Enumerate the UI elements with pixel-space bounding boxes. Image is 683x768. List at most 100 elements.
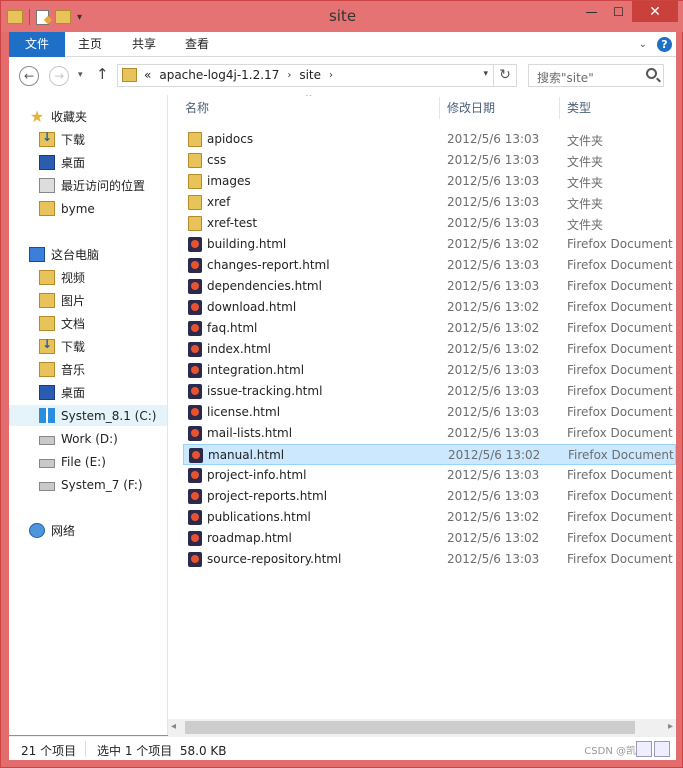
- tab-home[interactable]: 主页: [73, 32, 107, 57]
- file-date: 2012/5/6 13:03: [447, 153, 540, 167]
- chevron-down-icon[interactable]: ▾: [483, 69, 488, 79]
- column-divider[interactable]: [439, 97, 440, 119]
- folder-icon: [122, 68, 137, 82]
- windows-drive-icon: [39, 408, 55, 423]
- file-date: 2012/5/6 13:02: [447, 510, 540, 524]
- nav-item-drive-c[interactable]: System_8.1 (C:): [9, 405, 167, 426]
- address-bar[interactable]: « apache-log4j-1.2.17 › site › ▾ ↻: [117, 64, 517, 87]
- tab-file[interactable]: 文件: [9, 32, 65, 57]
- file-row[interactable]: changes-report.html 2012/5/6 13:03 Firefox…: [183, 255, 676, 276]
- file-row[interactable]: publications.html 2012/5/6 13:02 Firefox D…: [183, 507, 676, 528]
- firefox-document-icon: [188, 300, 202, 315]
- file-name: changes-report.html: [207, 258, 330, 272]
- chevron-right-icon[interactable]: ›: [287, 70, 291, 81]
- nav-item-label: Work (D:): [61, 431, 118, 446]
- computer-icon: [29, 247, 45, 262]
- file-row[interactable]: xref 2012/5/6 13:03 文件夹: [183, 192, 676, 213]
- view-switcher: [636, 741, 670, 757]
- file-row[interactable]: building.html 2012/5/6 13:02 Firefox Docum…: [183, 234, 676, 255]
- file-row[interactable]: issue-tracking.html 2012/5/6 13:03 Firefox…: [183, 381, 676, 402]
- firefox-document-icon: [188, 342, 202, 357]
- expand-ribbon-icon[interactable]: ⌄: [639, 39, 647, 50]
- file-row[interactable]: project-reports.html 2012/5/6 13:03 Firefo…: [183, 486, 676, 507]
- column-header-type[interactable]: 类型: [567, 95, 667, 121]
- file-row[interactable]: faq.html 2012/5/6 13:02 Firefox Document: [183, 318, 676, 339]
- nav-item-label: 最近访问的位置: [61, 179, 146, 193]
- file-name: issue-tracking.html: [207, 384, 323, 398]
- file-type: 文件夹: [567, 197, 604, 211]
- breadcrumb-overflow[interactable]: «: [144, 68, 151, 82]
- file-type: Firefox Document: [567, 426, 673, 440]
- file-row[interactable]: xref-test 2012/5/6 13:03 文件夹: [183, 213, 676, 234]
- file-row[interactable]: apidocs 2012/5/6 13:03 文件夹: [183, 129, 676, 150]
- file-date: 2012/5/6 13:03: [447, 132, 540, 146]
- column-header-name[interactable]: 名称: [185, 95, 435, 121]
- back-button[interactable]: ←: [19, 66, 39, 86]
- file-type: Firefox Document: [568, 448, 674, 462]
- file-type: 文件夹: [567, 155, 604, 169]
- file-row[interactable]: integration.html 2012/5/6 13:03 Firefox Do…: [183, 360, 676, 381]
- file-type: Firefox Document: [567, 258, 673, 272]
- nav-item-label: 音乐: [61, 363, 86, 377]
- search-input[interactable]: 搜索"site": [528, 64, 664, 87]
- file-row[interactable]: source-repository.html 2012/5/6 13:03 Fire…: [183, 549, 676, 570]
- recent-locations-icon[interactable]: ▾: [78, 70, 83, 80]
- nav-item-favorites[interactable]: ★ 收藏夹: [29, 106, 187, 127]
- large-icons-view-icon[interactable]: [654, 741, 670, 757]
- file-row[interactable]: images 2012/5/6 13:03 文件夹: [183, 171, 676, 192]
- file-type: 文件夹: [567, 176, 604, 190]
- scrollbar-thumb[interactable]: [185, 721, 635, 734]
- file-row[interactable]: css 2012/5/6 13:03 文件夹: [183, 150, 676, 171]
- ribbon-controls: ⌄ ?: [639, 37, 672, 52]
- breadcrumb-item[interactable]: apache-log4j-1.2.17: [159, 68, 279, 82]
- file-row[interactable]: download.html 2012/5/6 13:02 Firefox Docum…: [183, 297, 676, 318]
- nav-item-label: 桌面: [61, 156, 86, 170]
- file-name: xref: [207, 195, 231, 209]
- nav-item-label: 下载: [61, 133, 86, 147]
- nav-item-label: System_8.1 (C:): [61, 408, 157, 423]
- file-row[interactable]: roadmap.html 2012/5/6 13:02 Firefox Docume…: [183, 528, 676, 549]
- file-date: 2012/5/6 13:03: [447, 279, 540, 293]
- nav-item-network[interactable]: 网络: [29, 520, 187, 541]
- up-button[interactable]: ↑: [96, 65, 109, 83]
- breadcrumb-item[interactable]: site: [299, 68, 321, 82]
- file-row[interactable]: dependencies.html 2012/5/6 13:03 Firefox D…: [183, 276, 676, 297]
- details-view-icon[interactable]: [636, 741, 652, 757]
- file-row[interactable]: index.html 2012/5/6 13:02 Firefox Document: [183, 339, 676, 360]
- file-name: xref-test: [207, 216, 258, 230]
- desktop-icon: [39, 155, 55, 170]
- drive-icon: [39, 459, 55, 468]
- column-header-date[interactable]: 修改日期: [447, 95, 557, 121]
- file-row[interactable]: manual.html 2012/5/6 13:02 Firefox Documen…: [183, 444, 676, 465]
- drive-icon: [39, 436, 55, 445]
- file-row[interactable]: mail-lists.html 2012/5/6 13:03 Firefox Doc…: [183, 423, 676, 444]
- music-folder-icon: [39, 362, 55, 377]
- minimize-button[interactable]: —: [578, 1, 605, 22]
- nav-item-label: 视频: [61, 271, 86, 285]
- tab-share[interactable]: 共享: [127, 32, 161, 57]
- firefox-document-icon: [188, 363, 202, 378]
- close-button[interactable]: ✕: [632, 1, 678, 22]
- forward-button[interactable]: →: [49, 66, 69, 86]
- file-date: 2012/5/6 13:03: [447, 195, 540, 209]
- column-divider[interactable]: [559, 97, 560, 119]
- file-row[interactable]: project-info.html 2012/5/6 13:03 Firefox D…: [183, 465, 676, 486]
- file-date: 2012/5/6 13:03: [447, 489, 540, 503]
- file-name: project-reports.html: [207, 489, 328, 503]
- file-row[interactable]: license.html 2012/5/6 13:03 Firefox Docume…: [183, 402, 676, 423]
- chevron-right-icon[interactable]: ›: [329, 70, 333, 81]
- nav-item-label: 图片: [61, 294, 86, 308]
- item-count: 21 个项目: [21, 744, 77, 758]
- refresh-button[interactable]: ↻: [493, 65, 516, 86]
- tab-view[interactable]: 查看: [180, 32, 214, 57]
- nav-item-this-pc[interactable]: 这台电脑: [29, 244, 187, 265]
- scroll-right-icon[interactable]: ▸: [668, 721, 673, 732]
- horizontal-scrollbar[interactable]: ◂ ▸: [168, 719, 676, 736]
- scroll-left-icon[interactable]: ◂: [171, 721, 176, 732]
- title-bar[interactable]: ▾ site — ☐ ✕: [1, 1, 683, 32]
- file-name: apidocs: [207, 132, 254, 146]
- help-icon[interactable]: ?: [657, 37, 672, 52]
- file-date: 2012/5/6 13:03: [447, 258, 540, 272]
- folder-icon: [188, 153, 202, 168]
- maximize-button[interactable]: ☐: [605, 1, 632, 22]
